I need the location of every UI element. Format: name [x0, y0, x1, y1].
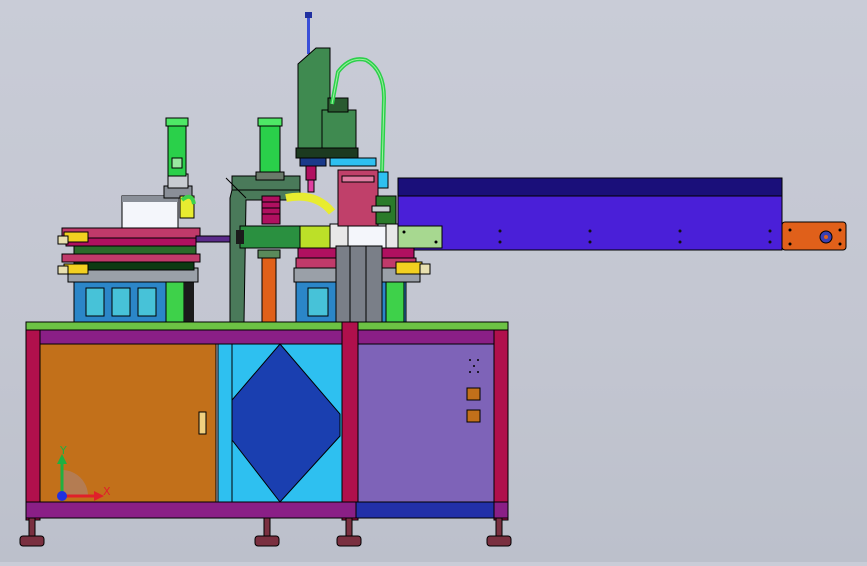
button-icon[interactable] [466, 409, 481, 423]
leveling-feet [19, 517, 512, 547]
conveyor-unit[interactable] [397, 177, 847, 251]
machine-cabinet[interactable] [19, 321, 512, 547]
x-axis-label: X [103, 485, 111, 498]
cabinet-center-panel [217, 343, 343, 503]
scara-robot[interactable] [295, 12, 389, 193]
button-icon[interactable] [466, 387, 481, 401]
conveyor-end-bracket [781, 221, 847, 251]
cad-viewport[interactable]: Y X [0, 0, 867, 562]
y-axis-label: Y [59, 444, 67, 457]
handle-icon[interactable] [198, 411, 207, 435]
machine-assembly-drawing: Y X [19, 12, 847, 547]
left-station[interactable] [57, 117, 243, 323]
cabinet-control-panel[interactable] [357, 343, 495, 503]
